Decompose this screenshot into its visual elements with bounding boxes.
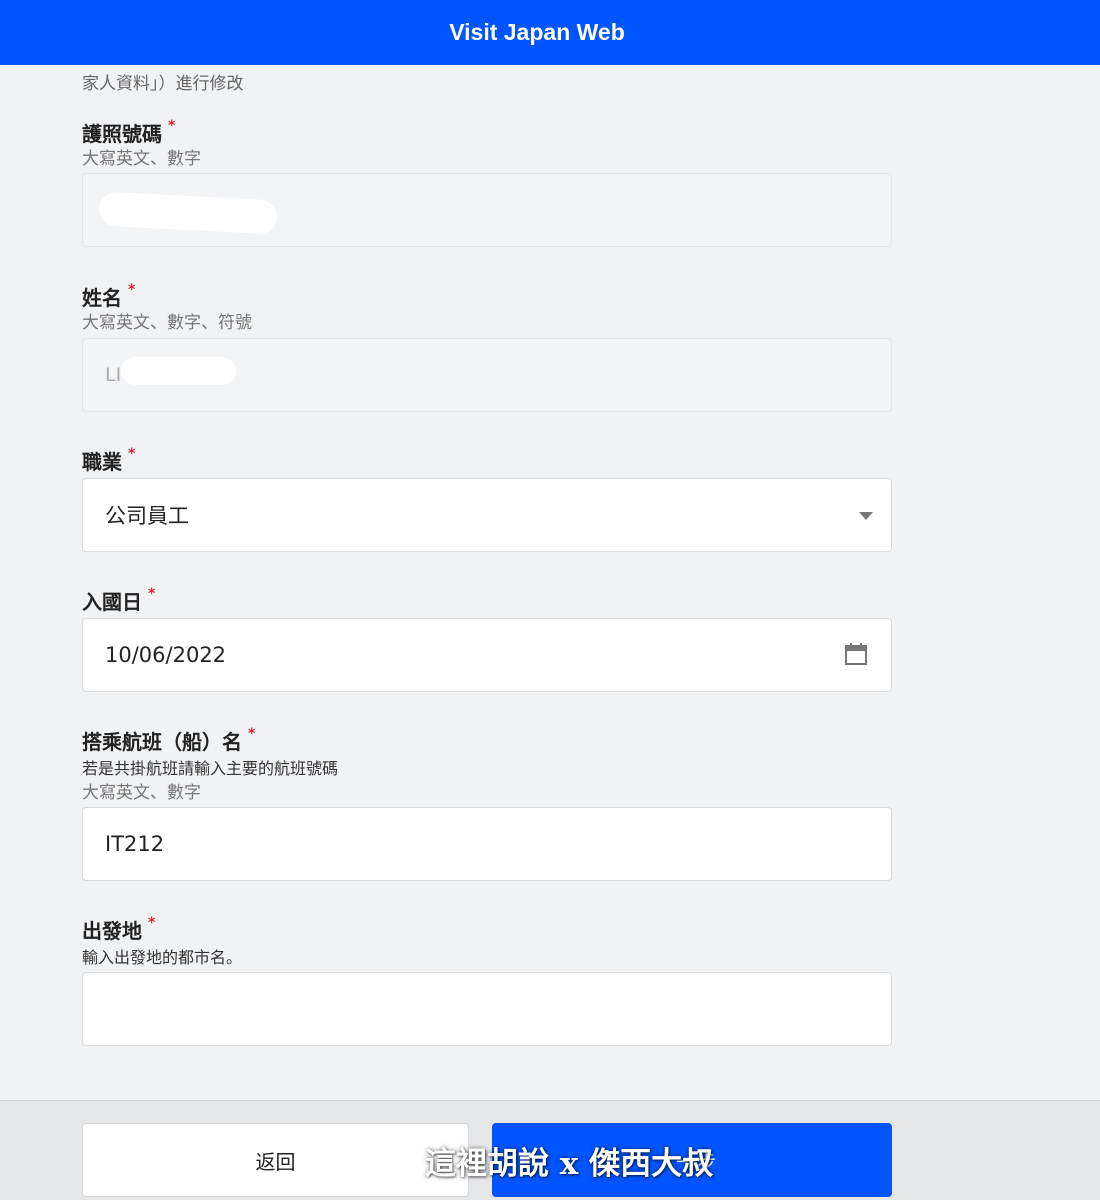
entry-date-input[interactable]: 10/06/2022 [82, 618, 892, 692]
flight-hint-codeshare: 若是共掛航班請輸入主要的航班號碼 [82, 759, 339, 778]
entry-date-value: 10/06/2022 [105, 643, 227, 667]
name-input[interactable]: LI [82, 338, 892, 412]
required-mark: * [248, 726, 256, 742]
calendar-icon[interactable] [845, 643, 867, 665]
departure-label: 出發地 * [82, 915, 156, 943]
intro-text: 家人資料」）進行修改 [82, 74, 244, 94]
redaction-mask [121, 357, 236, 385]
required-mark: * [168, 118, 176, 134]
name-label: 姓名 * [82, 282, 136, 310]
required-mark: * [128, 446, 136, 462]
occupation-select[interactable]: 公司員工 [82, 478, 892, 552]
required-mark: * [128, 282, 136, 298]
occupation-label: 職業 * [82, 446, 136, 474]
name-value: LI [105, 364, 122, 386]
entry-date-label: 入國日 * [82, 586, 156, 614]
flight-hint-format: 大寫英文、數字 [82, 783, 201, 803]
required-mark: * [148, 586, 156, 602]
passport-input[interactable]: JC [82, 173, 892, 247]
app-title: Visit Japan Web [449, 19, 625, 45]
required-mark: * [148, 915, 156, 931]
name-hint: 大寫英文、數字、符號 [82, 313, 252, 333]
back-button-label: 返回 [255, 1149, 296, 1174]
occupation-value: 公司員工 [105, 504, 189, 528]
departure-hint: 輸入出發地的都市名。 [82, 948, 243, 967]
watermark-text: 這裡胡說 x 傑西大叔 [425, 1146, 714, 1182]
app-header: Visit Japan Web [0, 0, 1100, 65]
chevron-down-icon [859, 512, 873, 520]
passport-label: 護照號碼 * [82, 118, 176, 146]
departure-input[interactable] [82, 972, 892, 1046]
flight-label: 搭乘航班（船）名 * [82, 726, 256, 754]
flight-input[interactable]: IT212 [82, 807, 892, 881]
back-button[interactable]: 返回 [82, 1123, 469, 1197]
flight-value: IT212 [105, 832, 165, 856]
redaction-mask [98, 191, 278, 235]
passport-hint: 大寫英文、數字 [82, 149, 201, 169]
